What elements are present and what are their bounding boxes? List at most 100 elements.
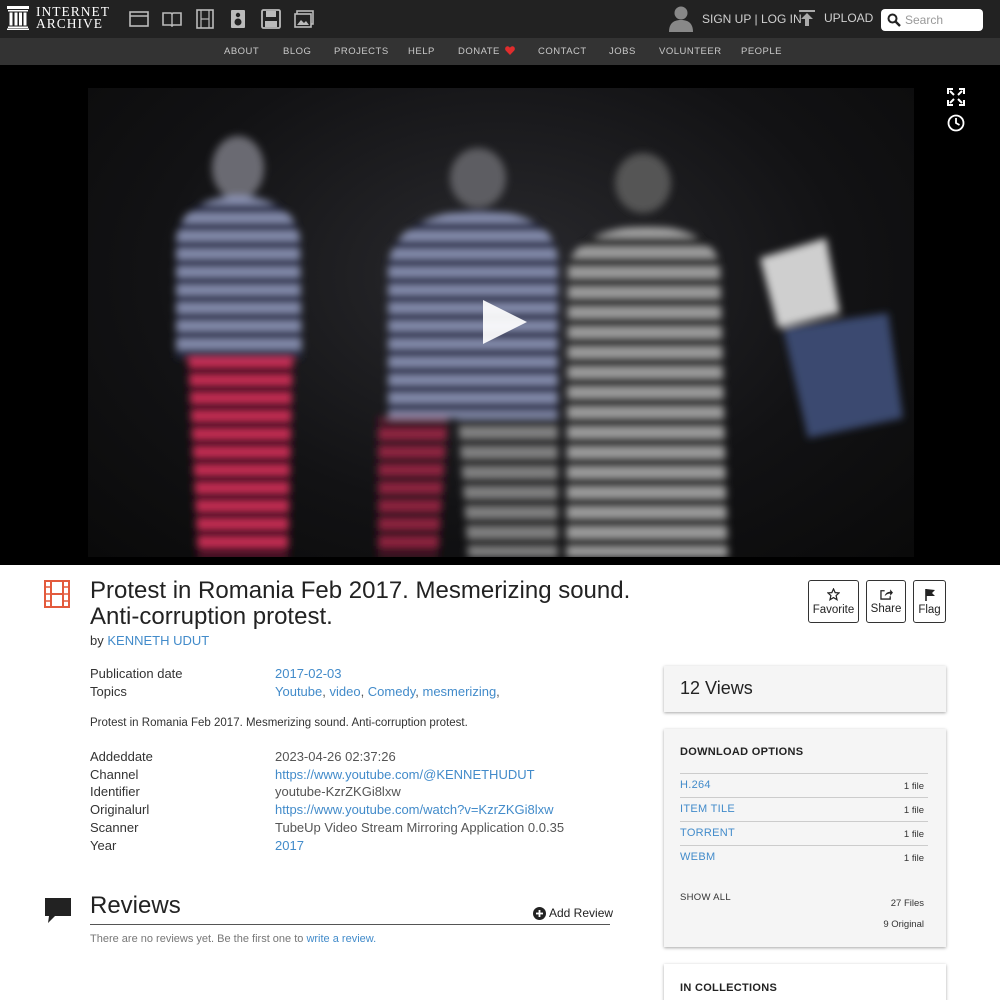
logo-wordmark: INTERNET ARCHIVE	[36, 5, 110, 31]
nav-help[interactable]: HELP	[408, 46, 435, 57]
creator-link[interactable]: KENNETH UDUT	[107, 633, 209, 648]
share-icon	[879, 589, 893, 600]
add-review-button[interactable]: Add Review	[533, 906, 613, 920]
fullscreen-icon[interactable]	[947, 88, 965, 106]
meta-addeddate: Addeddate 2023-04-26 02:37:26	[90, 749, 396, 764]
favorite-label: Favorite	[812, 603, 855, 616]
audio-icon[interactable]	[227, 9, 249, 29]
reviews-divider	[90, 924, 610, 925]
logo-line-2: ARCHIVE	[36, 16, 103, 31]
share-label: Share	[870, 603, 902, 615]
meta-value: youtube-KzrZKGi8lxw	[275, 784, 401, 799]
play-icon[interactable]	[481, 298, 529, 346]
download-format-link[interactable]: H.264	[680, 779, 711, 791]
nav-blog[interactable]: BLOG	[283, 46, 311, 57]
download-format-link[interactable]: ITEM TILE	[680, 803, 735, 815]
topic-link[interactable]: Youtube	[275, 684, 322, 699]
download-option-row[interactable]: TORRENT 1 file	[680, 821, 928, 845]
download-format-link[interactable]: WEBM	[680, 851, 715, 863]
images-icon[interactable]	[293, 9, 315, 29]
nav-jobs[interactable]: JOBS	[609, 46, 636, 57]
download-option-row[interactable]: H.264 1 file	[680, 773, 928, 797]
signup-link[interactable]: SIGN UP	[702, 12, 751, 26]
download-file-count: 1 file	[903, 829, 924, 840]
views-panel: 12 Views	[664, 666, 946, 712]
speech-bubble-icon	[45, 898, 71, 923]
publication-date-link[interactable]: 2017-02-03	[275, 666, 342, 681]
archive-building-icon	[7, 6, 29, 30]
collections-panel: IN COLLECTIONS	[664, 964, 946, 1000]
flag-button[interactable]: Flag	[913, 580, 946, 623]
upload-button[interactable]: UPLOAD	[798, 9, 873, 27]
meta-key: Scanner	[90, 820, 139, 835]
topic-link[interactable]: mesmerizing	[422, 684, 496, 699]
video-player[interactable]	[0, 65, 1000, 565]
meta-key: Topics	[90, 684, 127, 699]
internet-archive-logo[interactable]: INTERNET ARCHIVE	[7, 5, 110, 31]
no-reviews-message: There are no reviews yet. Be the first o…	[90, 933, 307, 945]
meta-key: Identifier	[90, 784, 140, 799]
show-all-link[interactable]: SHOW ALL	[680, 892, 731, 903]
web-icon[interactable]	[128, 9, 150, 29]
user-avatar-icon[interactable]	[668, 5, 694, 32]
search-input[interactable]	[905, 13, 977, 27]
nav-people[interactable]: PEOPLE	[741, 46, 782, 57]
meta-key: Channel	[90, 767, 139, 782]
texts-icon[interactable]	[161, 9, 183, 29]
download-format-link[interactable]: TORRENT	[680, 827, 735, 839]
meta-originalurl: Originalurl https://www.youtube.com/watc…	[90, 802, 554, 817]
search-box[interactable]	[881, 9, 983, 31]
download-file-count: 1 file	[903, 853, 924, 864]
video-icon[interactable]	[194, 9, 216, 29]
topic-link[interactable]: Comedy	[368, 684, 415, 699]
clock-icon[interactable]	[947, 114, 965, 132]
nav-projects[interactable]: PROJECTS	[334, 46, 389, 57]
account-separator: |	[754, 11, 758, 26]
meta-identifier: Identifier youtube-KzrZKGi8lxw	[90, 784, 401, 799]
write-review-link[interactable]: write a review.	[306, 933, 376, 945]
nav-donate[interactable]: DONATE	[458, 46, 515, 57]
media-type-nav	[128, 9, 326, 29]
account-links: SIGN UP | LOG IN	[702, 12, 802, 26]
flag-label: Flag	[918, 603, 941, 616]
login-link[interactable]: LOG IN	[761, 12, 802, 26]
movie-film-icon	[44, 580, 70, 608]
meta-key: Year	[90, 838, 117, 853]
reviews-heading: Reviews	[90, 892, 181, 919]
top-bar: INTERNET ARCHIVE SIGN UP | LOG IN UPLOAD…	[0, 0, 1000, 38]
meta-topics: Topics Youtube, video, Comedy, mesmerizi…	[90, 684, 500, 699]
software-icon[interactable]	[260, 9, 282, 29]
flag-icon	[924, 588, 935, 601]
nav-donate-label: DONATE	[458, 46, 500, 57]
share-button[interactable]: Share	[866, 580, 906, 623]
topics-list: Youtube, video, Comedy, mesmerizing,	[275, 684, 500, 699]
meta-key: Addeddate	[90, 749, 153, 764]
views-count: 12 Views	[680, 678, 753, 698]
download-option-row[interactable]: WEBM 1 file	[680, 845, 928, 869]
download-options-heading: DOWNLOAD OPTIONS	[680, 746, 804, 758]
meta-value: 2023-04-26 02:37:26	[275, 749, 396, 764]
topic-separator: ,	[360, 684, 368, 699]
heart-icon	[505, 46, 515, 55]
year-link[interactable]: 2017	[275, 838, 304, 853]
download-file-count: 1 file	[903, 805, 924, 816]
favorite-button[interactable]: Favorite	[808, 580, 859, 623]
collections-heading: IN COLLECTIONS	[680, 982, 778, 994]
upload-icon	[799, 10, 815, 26]
originalurl-link[interactable]: https://www.youtube.com/watch?v=KzrZKGi8…	[275, 802, 554, 817]
nav-volunteer[interactable]: VOLUNTEER	[659, 46, 722, 57]
add-review-label: Add Review	[549, 906, 614, 920]
item-title: Protest in Romania Feb 2017. Mesmerizing…	[90, 577, 631, 630]
secondary-nav: ABOUT BLOG PROJECTS HELP DONATE CONTACT …	[0, 38, 1000, 65]
nav-about[interactable]: ABOUT	[224, 46, 259, 57]
no-reviews-text: There are no reviews yet. Be the first o…	[90, 933, 376, 945]
meta-channel: Channel https://www.youtube.com/@KENNETH…	[90, 767, 535, 782]
item-description: Protest in Romania Feb 2017. Mesmerizing…	[90, 717, 468, 729]
topic-link[interactable]: video	[329, 684, 360, 699]
download-option-row[interactable]: ITEM TILE 1 file	[680, 797, 928, 821]
star-icon	[827, 587, 840, 601]
download-file-count: 1 file	[903, 781, 924, 792]
byline-prefix: by	[90, 633, 104, 648]
channel-link[interactable]: https://www.youtube.com/@KENNETHUDUT	[275, 767, 535, 782]
nav-contact[interactable]: CONTACT	[538, 46, 587, 57]
